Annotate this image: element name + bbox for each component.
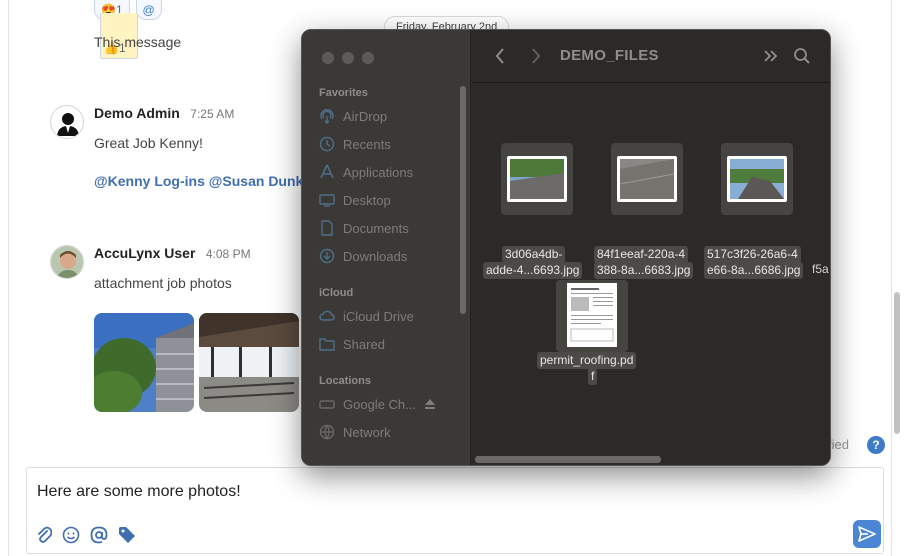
- sidebar-section-locations: Locations: [319, 375, 371, 387]
- message-body: attachment job photos: [94, 275, 232, 291]
- download-icon: [319, 248, 335, 264]
- sidebar-section-icloud: iCloud: [319, 287, 354, 299]
- file-thumbnail[interactable]: [501, 143, 573, 215]
- file-name: permit_roofing.pd: [537, 352, 637, 369]
- document-icon: [319, 220, 335, 236]
- double-chevron-icon: [764, 50, 778, 62]
- screen: 👍 1 😍 1 @ Friday, February 2nd This mess…: [0, 0, 908, 556]
- file-name: 388-8a...6683.jpg: [594, 262, 694, 279]
- emoji-icon[interactable]: [61, 525, 81, 545]
- sidebar-item-recents[interactable]: Recents: [319, 133, 391, 155]
- reaction-bar: 👍 1 😍 1 @: [94, 0, 162, 59]
- sidebar-item-label: Desktop: [343, 192, 391, 208]
- avatar[interactable]: [50, 245, 84, 279]
- file-name: adde-4...6693.jpg: [483, 262, 583, 279]
- clock-icon: [319, 136, 335, 152]
- attachment-photo[interactable]: [199, 313, 299, 412]
- mention-links[interactable]: @Kenny Log-ins @Susan Dunkle: [94, 173, 315, 189]
- sidebar-section-favorites: Favorites: [319, 87, 368, 99]
- sidebar-item-label: iCloud Drive: [343, 308, 414, 324]
- send-icon: [858, 526, 876, 542]
- eject-icon[interactable]: [424, 398, 436, 410]
- message-time: 4:08 PM: [205, 247, 251, 261]
- message-time: 7:25 AM: [190, 107, 235, 121]
- minimize-window-button[interactable]: [342, 52, 354, 64]
- back-button[interactable]: [490, 46, 510, 66]
- clipped-file-name[interactable]: f5a: [812, 262, 829, 277]
- sidebar-item-applications[interactable]: Applications: [319, 161, 413, 183]
- sidebar-item-google-drive[interactable]: Google Ch...: [319, 393, 436, 415]
- previous-message-text: This message: [94, 34, 182, 50]
- verified-label: fied: [828, 437, 849, 452]
- file-thumbnail[interactable]: [611, 143, 683, 215]
- image-preview: [727, 156, 787, 202]
- search-button[interactable]: [792, 46, 812, 66]
- sidebar-item-downloads[interactable]: Downloads: [319, 245, 407, 267]
- send-button[interactable]: [853, 520, 881, 548]
- file-name: 84f1eeaf-220a-4: [594, 246, 689, 263]
- sidebar-item-label: Network: [343, 424, 391, 440]
- sidebar-item-label: AirDrop: [343, 108, 388, 124]
- sidebar-item-label: Downloads: [343, 248, 408, 264]
- sidebar-item-shared[interactable]: Shared: [319, 333, 385, 355]
- chevron-left-icon: [495, 48, 504, 64]
- author-name[interactable]: Demo Admin: [94, 105, 180, 121]
- globe-icon: [319, 424, 335, 440]
- file-grid: 3d06a4db- adde-4...6693.jpg 84f1eeaf-220…: [472, 84, 830, 465]
- desktop-icon: [319, 192, 335, 208]
- scrollbar-thumb[interactable]: [894, 292, 900, 434]
- finder-window[interactable]: Favorites AirDrop Recents Applications D…: [301, 29, 831, 466]
- add-reaction-icon: @: [142, 3, 155, 17]
- attachment-photo[interactable]: [94, 313, 194, 412]
- scrollbar-track[interactable]: [893, 0, 900, 556]
- pdf-preview: [567, 283, 617, 347]
- composer-input[interactable]: Here are some more photos!: [37, 483, 241, 501]
- drive-icon: [319, 396, 335, 412]
- message-composer[interactable]: Here are some more photos!: [26, 467, 884, 554]
- sidebar-item-label: Shared: [343, 336, 385, 352]
- finder-sidebar: Favorites AirDrop Recents Applications D…: [302, 30, 471, 465]
- applications-icon: [319, 164, 335, 180]
- sidebar-item-documents[interactable]: Documents: [319, 217, 409, 239]
- cloud-icon: [319, 308, 335, 324]
- sidebar-item-label: Google Ch...: [343, 396, 416, 412]
- paperclip-icon[interactable]: [34, 525, 54, 545]
- file-thumbnail[interactable]: [556, 280, 628, 352]
- file-thumbnail[interactable]: [721, 143, 793, 215]
- sidebar-item-label: Recents: [343, 136, 391, 152]
- finder-toolbar: DEMO_FILES: [472, 30, 830, 83]
- file-name: 3d06a4db-: [502, 246, 566, 263]
- avatar[interactable]: [50, 105, 84, 139]
- zoom-window-button[interactable]: [362, 52, 374, 64]
- image-preview: [617, 156, 677, 202]
- horizontal-scrollbar[interactable]: [475, 456, 661, 463]
- file-name: 517c3f26-26a6-4: [704, 246, 801, 263]
- image-preview: [507, 156, 567, 202]
- message-body: Great Job Kenny!: [94, 135, 203, 151]
- folder-title: DEMO_FILES: [560, 47, 659, 64]
- chevron-right-icon: [532, 48, 541, 64]
- sidebar-scrollbar[interactable]: [460, 86, 466, 314]
- help-icon[interactable]: ?: [867, 436, 885, 454]
- sidebar-item-network[interactable]: Network: [319, 421, 391, 443]
- message-header: Demo Admin 7:25 AM: [94, 105, 234, 123]
- forward-button[interactable]: [526, 46, 546, 66]
- sidebar-item-icloud-drive[interactable]: iCloud Drive: [319, 305, 414, 327]
- search-icon: [794, 48, 810, 64]
- file-name: f: [588, 368, 598, 385]
- shared-folder-icon: [319, 336, 335, 352]
- message-header: AccuLynx User 4:08 PM: [94, 245, 251, 263]
- tag-icon[interactable]: [117, 525, 137, 545]
- airdrop-icon: [319, 108, 335, 124]
- sidebar-item-airdrop[interactable]: AirDrop: [319, 105, 387, 127]
- file-name: e66-8a...6686.jpg: [704, 262, 804, 279]
- toolbar-overflow-button[interactable]: [761, 46, 781, 66]
- at-mention-icon[interactable]: [89, 525, 109, 545]
- close-window-button[interactable]: [322, 52, 334, 64]
- add-reaction-button[interactable]: @: [135, 0, 162, 20]
- sidebar-item-desktop[interactable]: Desktop: [319, 189, 391, 211]
- author-name[interactable]: AccuLynx User: [94, 245, 195, 261]
- sidebar-item-label: Applications: [343, 164, 414, 180]
- sidebar-item-label: Documents: [343, 220, 409, 236]
